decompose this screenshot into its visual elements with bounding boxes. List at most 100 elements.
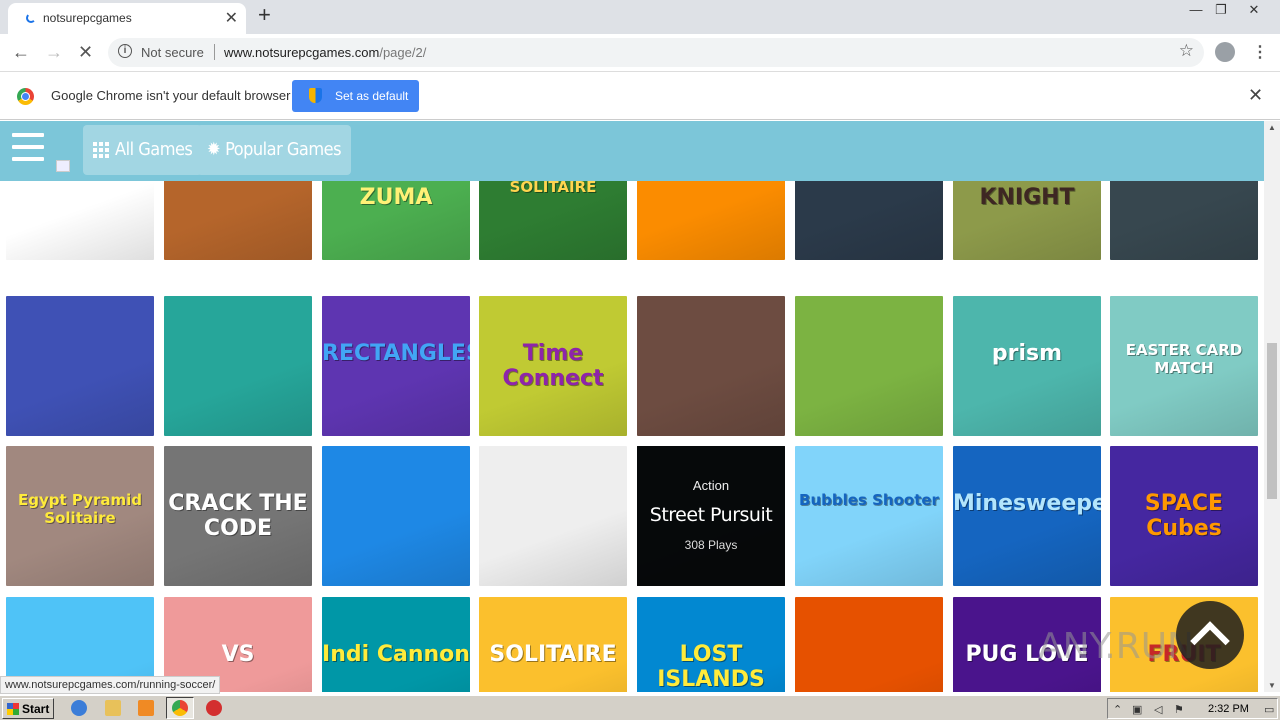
- browser-toolbar: ← → ✕ i Not secure www.notsurepcgames.co…: [0, 34, 1280, 72]
- shield-icon: [309, 88, 322, 103]
- menu-kebab-icon[interactable]: ⋮: [1252, 42, 1268, 62]
- site-nav-bar: All Games ✹ Popular Games: [0, 121, 1264, 181]
- browser-tab[interactable]: notsurepcgames ✕: [8, 3, 246, 34]
- page-scrollbar[interactable]: ▲ ▼: [1264, 121, 1280, 692]
- restore-button[interactable]: ❐: [1208, 2, 1234, 18]
- screen: notsurepcgames ✕ + — ❐ ✕ ← → ✕ i Not sec…: [0, 0, 1280, 720]
- default-browser-infobar: Google Chrome isn't your default browser…: [0, 72, 1280, 120]
- game-tile[interactable]: [795, 296, 943, 436]
- tab-title: notsurepcgames: [43, 11, 132, 25]
- start-label: Start: [22, 702, 50, 716]
- folder-icon[interactable]: [105, 700, 121, 716]
- volume-icon[interactable]: ◁: [1154, 703, 1162, 716]
- game-tile[interactable]: EASTER CARD MATCH: [1110, 296, 1258, 436]
- url-host: www.notsurepcgames.com: [224, 45, 380, 60]
- game-tile[interactable]: [322, 446, 470, 586]
- stop-loading-icon[interactable]: ✕: [78, 42, 93, 63]
- infobar-message: Google Chrome isn't your default browser: [51, 88, 291, 103]
- watermark: ANY.RUN: [1038, 626, 1194, 667]
- windows-logo-icon: [7, 703, 19, 715]
- infobar-close-icon[interactable]: ✕: [1248, 85, 1263, 106]
- game-title: RECTANGLES: [322, 341, 470, 366]
- game-title: SOLITAIRE: [489, 642, 617, 667]
- game-name: Street Pursuit: [649, 504, 773, 526]
- taskbar-chrome-button[interactable]: [166, 697, 194, 719]
- game-tile[interactable]: RECTANGLES: [322, 296, 470, 436]
- popular-games-button[interactable]: ✹ Popular Games: [197, 125, 352, 175]
- media-player-icon[interactable]: [138, 700, 154, 716]
- game-tile[interactable]: SPACE Cubes: [1110, 446, 1258, 586]
- game-title: LOST ISLANDS: [657, 642, 765, 692]
- game-title: prism: [991, 341, 1063, 366]
- scroll-down-icon[interactable]: ▼: [1268, 681, 1276, 690]
- game-title: Egypt Pyramid Solitaire: [18, 491, 142, 527]
- profile-avatar-icon[interactable]: [1215, 42, 1235, 62]
- game-tile[interactable]: prism: [953, 296, 1101, 436]
- game-title: EASTER CARD MATCH: [1125, 341, 1243, 377]
- tray-expand-icon[interactable]: ⌃: [1113, 703, 1122, 716]
- game-hover-overlay[interactable]: Action Street Pursuit 308 Plays: [637, 446, 785, 586]
- back-arrow-icon[interactable]: ←: [12, 42, 30, 63]
- scroll-thumb[interactable]: [1267, 343, 1277, 499]
- game-tile[interactable]: [6, 296, 154, 436]
- hamburger-menu-icon[interactable]: [12, 133, 44, 165]
- tab-strip: notsurepcgames ✕ + — ❐ ✕: [0, 0, 1280, 34]
- game-tile[interactable]: Time Connect: [479, 296, 627, 436]
- game-tile[interactable]: SOLITAIRE: [479, 597, 627, 692]
- game-tile[interactable]: LOST ISLANDS: [637, 597, 785, 692]
- chrome-logo-icon: [17, 88, 34, 105]
- new-tab-button[interactable]: +: [258, 2, 271, 28]
- popular-games-label: Popular Games: [225, 139, 342, 160]
- page-viewport: All Games ✹Popular Games DOTSclassicEAST…: [0, 121, 1264, 692]
- address-bar[interactable]: i Not secure www.notsurepcgames.com/page…: [108, 38, 1204, 67]
- divider: [214, 44, 215, 60]
- game-tile[interactable]: Minesweeper: [953, 446, 1101, 586]
- clock: 2:32 PM: [1208, 703, 1249, 715]
- close-window-button[interactable]: ✕: [1241, 2, 1267, 18]
- game-tile[interactable]: [795, 597, 943, 692]
- scroll-up-icon[interactable]: ▲: [1268, 123, 1276, 132]
- broken-logo-image: [56, 160, 70, 172]
- game-title: CRACK THE CODE: [168, 491, 308, 541]
- game-tile[interactable]: Indi Cannon: [322, 597, 470, 692]
- tab-close-icon[interactable]: ✕: [225, 8, 238, 28]
- bookmark-star-icon[interactable]: ☆: [1179, 41, 1194, 61]
- minimize-button[interactable]: —: [1183, 2, 1209, 17]
- status-bar-url: www.notsurepcgames.com/running-soccer/: [0, 676, 221, 694]
- forward-arrow-icon[interactable]: →: [45, 42, 63, 63]
- alert-icon[interactable]: [206, 700, 222, 716]
- game-tile[interactable]: CRACK THE CODE: [164, 446, 312, 586]
- windows-taskbar: Start ⌃ ▣ ◁ ⚑ 2:32 PM ▭: [0, 694, 1280, 720]
- game-title: VS: [221, 642, 255, 667]
- game-plays: 308 Plays: [684, 538, 738, 552]
- game-tile[interactable]: Bubbles Shooter: [795, 446, 943, 586]
- game-tile[interactable]: [479, 446, 627, 586]
- game-title: Indi Cannon: [322, 642, 470, 667]
- all-games-label: All Games: [115, 139, 193, 160]
- chrome-icon: [172, 700, 188, 716]
- game-category: Action: [692, 478, 730, 493]
- show-desktop-icon[interactable]: ▭: [1264, 703, 1274, 716]
- all-games-button[interactable]: All Games: [83, 125, 203, 175]
- back-to-top-icon[interactable]: [1176, 601, 1244, 669]
- game-title: SPACE Cubes: [1144, 491, 1224, 541]
- system-tray: ⌃ ▣ ◁ ⚑ 2:32 PM ▭: [1107, 698, 1278, 719]
- start-button[interactable]: Start: [2, 698, 54, 719]
- game-title: Bubbles Shooter: [799, 491, 939, 509]
- info-icon[interactable]: i: [118, 44, 132, 58]
- game-title: Time Connect: [502, 341, 604, 391]
- url-path: /page/2/: [379, 45, 427, 60]
- sun-icon: ✹: [207, 139, 221, 160]
- game-tile[interactable]: [637, 296, 785, 436]
- set-as-default-button[interactable]: Set as default: [292, 80, 419, 112]
- ie-icon[interactable]: [71, 700, 87, 716]
- loading-spinner-icon: [26, 13, 36, 23]
- game-tile[interactable]: Egypt Pyramid Solitaire: [6, 446, 154, 586]
- network-icon[interactable]: ▣: [1132, 703, 1142, 716]
- flag-icon[interactable]: ⚑: [1174, 703, 1184, 716]
- url-text[interactable]: www.notsurepcgames.com/page/2/: [224, 45, 426, 60]
- game-tile[interactable]: [164, 296, 312, 436]
- set-as-default-label: Set as default: [335, 89, 409, 103]
- grid-icon: [93, 142, 109, 158]
- security-label: Not secure: [141, 45, 204, 60]
